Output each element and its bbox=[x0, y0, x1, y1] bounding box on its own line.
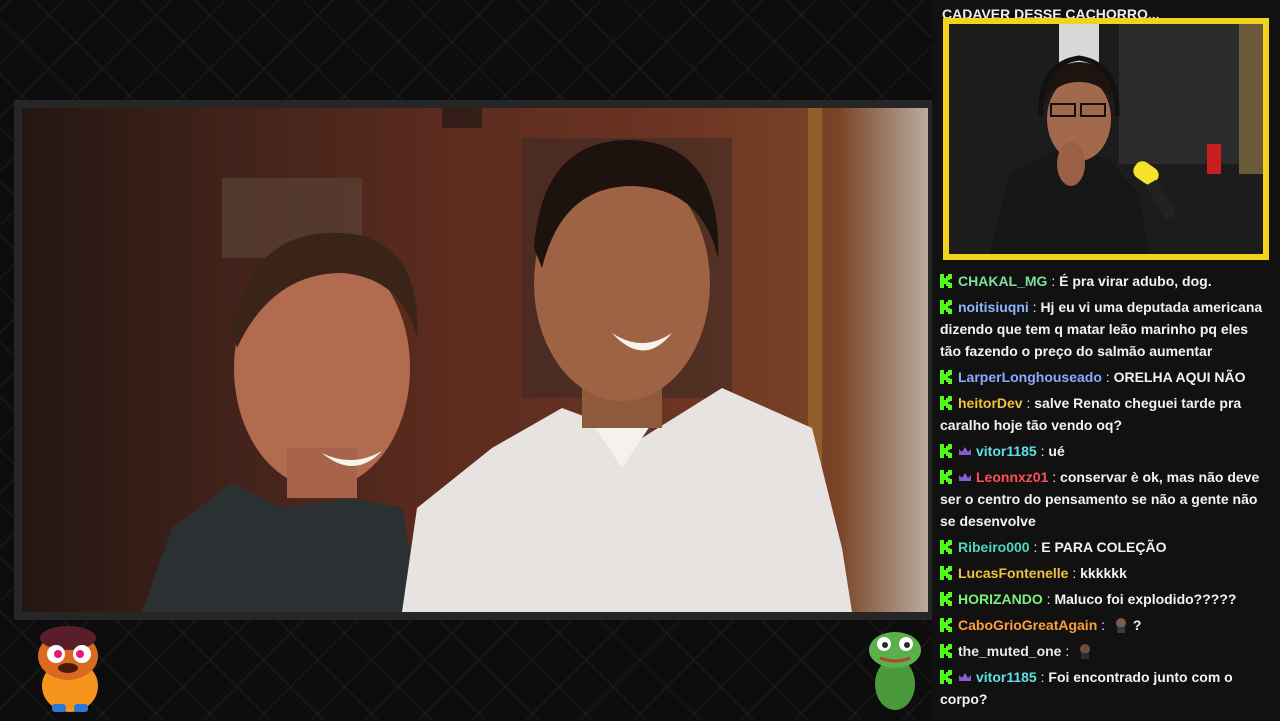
chat-separator: : bbox=[1036, 443, 1049, 459]
chat-message-list: CHAKAL_MG : É pra virar adubo, dog. noit… bbox=[940, 270, 1272, 714]
chat-username[interactable]: the_muted_one bbox=[958, 643, 1061, 659]
kick-logo-icon bbox=[940, 274, 952, 288]
chat-username[interactable]: LarperLonghouseado bbox=[958, 369, 1102, 385]
kick-logo-icon bbox=[940, 396, 952, 410]
chat-username[interactable]: vitor1185 bbox=[976, 669, 1037, 685]
chat-separator: : bbox=[1068, 565, 1081, 581]
chat-message: LarperLonghouseado : ORELHA AQUI NÃO bbox=[940, 366, 1272, 388]
main-video-photo bbox=[22, 108, 928, 612]
chat-separator: : bbox=[1061, 643, 1074, 659]
kick-logo-icon bbox=[940, 444, 952, 458]
chat-message-text: Maluco foi explodido????? bbox=[1054, 591, 1237, 607]
chat-message-text: E PARA COLEÇÃO bbox=[1041, 539, 1167, 555]
chat-message-text: kkkkkk bbox=[1080, 565, 1127, 581]
emote-icon bbox=[1080, 644, 1091, 659]
kick-logo-icon bbox=[940, 370, 952, 384]
mascot-character-left bbox=[28, 624, 110, 716]
kick-logo-icon bbox=[940, 470, 952, 484]
chat-username[interactable]: LucasFontenelle bbox=[958, 565, 1068, 581]
chat-username[interactable]: noitisiuqni bbox=[958, 299, 1029, 315]
subscriber-crown-icon bbox=[959, 447, 971, 455]
chat-message-text: É pra virar adubo, dog. bbox=[1059, 273, 1212, 289]
subscriber-crown-icon bbox=[959, 673, 971, 681]
chat-separator: : bbox=[1028, 299, 1041, 315]
kick-logo-icon bbox=[940, 670, 952, 684]
chat-message: CHAKAL_MG : É pra virar adubo, dog. bbox=[940, 270, 1272, 292]
chat-message: CaboGrioGreatAgain : ? bbox=[940, 614, 1272, 636]
chat-username[interactable]: CaboGrioGreatAgain bbox=[958, 617, 1097, 633]
chat-separator: : bbox=[1022, 395, 1035, 411]
kick-logo-icon bbox=[940, 592, 952, 606]
webcam-frame bbox=[943, 18, 1269, 260]
chat-message: HORIZANDO : Maluco foi explodido????? bbox=[940, 588, 1272, 610]
emote-icon bbox=[1115, 618, 1126, 633]
chat-username[interactable]: CHAKAL_MG bbox=[958, 273, 1047, 289]
kick-logo-icon bbox=[940, 300, 952, 314]
chat-username[interactable]: vitor1185 bbox=[976, 443, 1037, 459]
kick-logo-icon bbox=[940, 618, 952, 632]
chat-separator: : bbox=[1097, 617, 1109, 633]
chat-username[interactable]: Ribeiro000 bbox=[958, 539, 1030, 555]
webcam-feed bbox=[949, 24, 1263, 254]
kick-logo-icon bbox=[940, 566, 952, 580]
subscriber-crown-icon bbox=[959, 473, 971, 481]
chat-message: Ribeiro000 : E PARA COLEÇÃO bbox=[940, 536, 1272, 558]
kick-logo-icon bbox=[940, 644, 952, 658]
chat-separator: : bbox=[1042, 591, 1055, 607]
chat-username[interactable]: heitorDev bbox=[958, 395, 1023, 411]
chat-separator: : bbox=[1047, 273, 1060, 289]
chat-message: the_muted_one : bbox=[940, 640, 1272, 662]
chat-message-text: ué bbox=[1048, 443, 1065, 459]
chat-message: LucasFontenelle : kkkkkk bbox=[940, 562, 1272, 584]
chat-separator: : bbox=[1029, 539, 1042, 555]
chat-message: vitor1185 : Foi encontrado junto com o c… bbox=[940, 666, 1272, 710]
chat-separator: : bbox=[1036, 669, 1049, 685]
chat-separator: : bbox=[1101, 369, 1114, 385]
chat-message: heitorDev : salve Renato cheguei tarde p… bbox=[940, 392, 1272, 436]
chat-message-text: ORELHA AQUI NÃO bbox=[1113, 369, 1246, 385]
pepe-frog-mascot bbox=[866, 628, 924, 714]
chat-username[interactable]: Leonnxz01 bbox=[976, 469, 1048, 485]
chat-separator: : bbox=[1048, 469, 1061, 485]
chat-message-text: ? bbox=[1132, 617, 1142, 633]
kick-logo-icon bbox=[940, 540, 952, 554]
chat-message: vitor1185 : ué bbox=[940, 440, 1272, 462]
chat-username[interactable]: HORIZANDO bbox=[958, 591, 1043, 607]
chat-message: Leonnxz01 : conservar è ok, mas não deve… bbox=[940, 466, 1272, 532]
chat-message: noitisiuqni : Hj eu vi uma deputada amer… bbox=[940, 296, 1272, 362]
